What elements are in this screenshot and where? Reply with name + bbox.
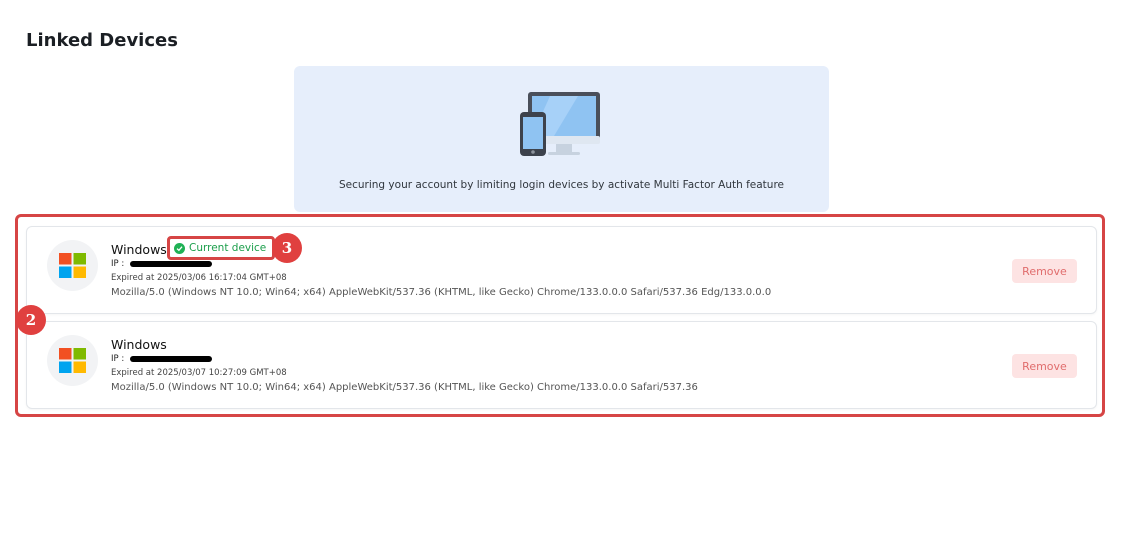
ip-redaction: [130, 356, 213, 362]
ip-row: IP :: [111, 259, 213, 269]
windows-logo-icon: [59, 253, 86, 278]
device-card: Windows IP : Expired at 2025/03/07 10:27…: [26, 321, 1097, 409]
user-agent-text: Mozilla/5.0 (Windows NT 10.0; Win64; x64…: [111, 287, 772, 298]
windows-logo-icon: [59, 348, 86, 373]
ip-label: IP :: [111, 354, 125, 364]
ip-redaction: [130, 261, 213, 267]
remove-device-button[interactable]: Remove: [1012, 259, 1077, 283]
remove-device-button[interactable]: Remove: [1012, 354, 1077, 378]
current-device-label: Current device: [189, 242, 267, 254]
ip-label: IP :: [111, 259, 125, 269]
banner-text: Securing your account by limiting login …: [338, 179, 785, 191]
current-device-badge: Current device: [167, 236, 276, 260]
step-2-marker: 2: [16, 305, 46, 335]
expiry-text: Expired at 2025/03/07 10:27:09 GMT+08: [111, 368, 287, 378]
device-avatar: [47, 240, 98, 291]
device-avatar: [47, 335, 98, 386]
page-title: Linked Devices: [26, 30, 178, 51]
mfa-banner: Securing your account by limiting login …: [294, 66, 829, 212]
user-agent-text: Mozilla/5.0 (Windows NT 10.0; Win64; x64…: [111, 382, 698, 393]
step-3-marker: 3: [272, 233, 302, 263]
devices-illustration: [520, 92, 600, 156]
device-card: Windows Current device IP : Expired at 2…: [26, 226, 1097, 314]
device-name: Windows: [111, 242, 167, 257]
expiry-text: Expired at 2025/03/06 16:17:04 GMT+08: [111, 273, 287, 283]
check-circle-icon: [174, 242, 185, 254]
device-name: Windows: [111, 337, 167, 352]
ip-row: IP :: [111, 354, 213, 364]
